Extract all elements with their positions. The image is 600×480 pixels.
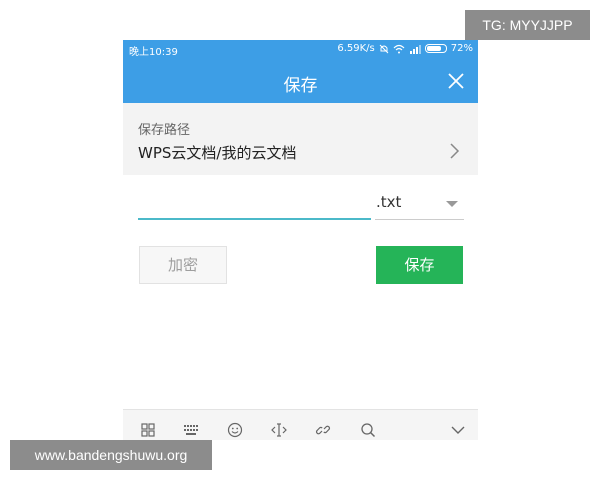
status-right: 6.59K/s 72%: [337, 43, 473, 54]
grid-icon[interactable]: [140, 422, 156, 438]
battery-percent: 72%: [450, 43, 473, 54]
watermark-site: www.bandengshuwu.org: [10, 440, 212, 470]
filename-input[interactable]: [138, 188, 371, 220]
status-time: 晚上10:39: [129, 47, 178, 58]
extension-select[interactable]: .txt: [375, 188, 464, 220]
status-bar: 晚上10:39 6.59K/s 72%: [123, 40, 478, 59]
save-path-label: 保存路径: [138, 123, 191, 138]
mute-icon: [379, 44, 389, 53]
cursor-icon[interactable]: [271, 422, 287, 438]
page: 晚上10:39 6.59K/s 72% 保存 保存路径 WPS云文档/我的云文档…: [0, 0, 600, 480]
keyboard-icon[interactable]: [183, 422, 199, 438]
save-path-value: WPS云文档/我的云文档: [138, 144, 297, 162]
extension-value: .txt: [376, 193, 402, 211]
chevron-right-icon: [450, 143, 460, 159]
emoji-icon[interactable]: [227, 422, 243, 438]
link-icon[interactable]: [315, 422, 331, 438]
signal-icon: [409, 44, 421, 54]
battery-icon: [424, 44, 447, 53]
encrypt-button[interactable]: 加密: [139, 246, 227, 284]
network-speed: 6.59K/s: [337, 43, 375, 54]
search-icon[interactable]: [360, 422, 376, 438]
wifi-icon: [393, 44, 405, 53]
save-button[interactable]: 保存: [376, 246, 463, 284]
dialog-title: 保存: [283, 76, 318, 96]
close-icon[interactable]: [446, 71, 466, 91]
caret-down-icon: [446, 201, 458, 207]
phone-screen: 晚上10:39 6.59K/s 72% 保存 保存路径 WPS云文档/我的云文档…: [123, 40, 478, 440]
keyboard-toolbar: [123, 409, 478, 440]
save-path-row[interactable]: 保存路径 WPS云文档/我的云文档: [123, 103, 478, 175]
chevron-down-icon[interactable]: [450, 422, 466, 438]
title-bar: 保存: [123, 59, 478, 103]
watermark-tg: TG: MYYJJPP: [465, 10, 590, 40]
